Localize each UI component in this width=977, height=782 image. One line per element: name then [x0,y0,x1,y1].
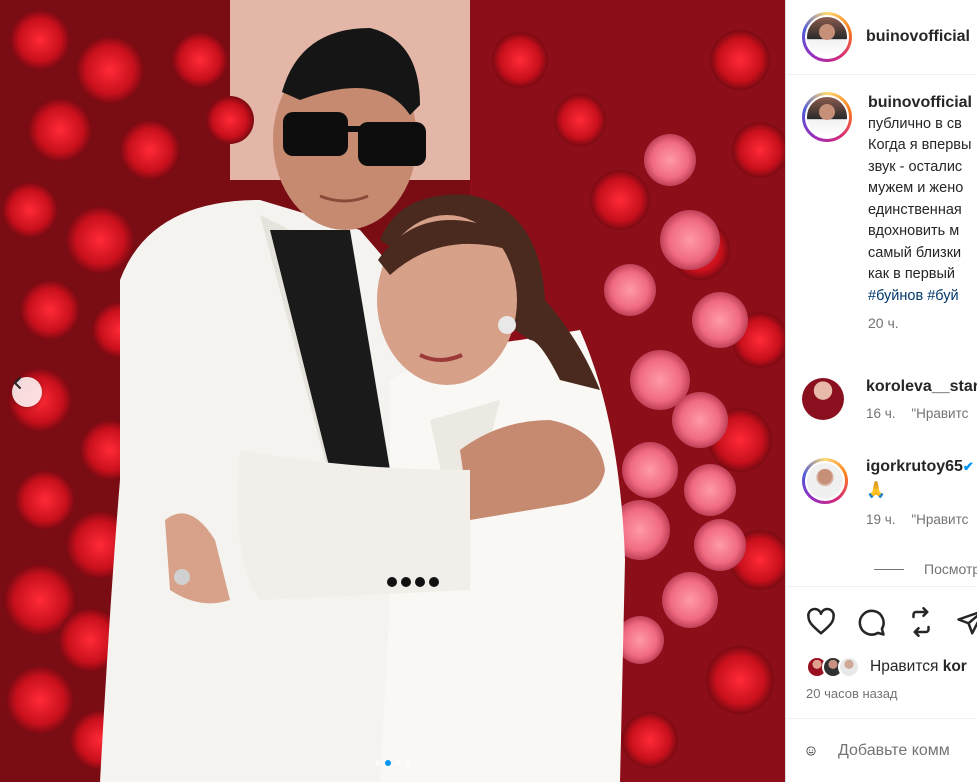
liker-avatar [838,656,860,678]
share-icon[interactable] [906,607,936,637]
comment-like-label[interactable]: "Нравитс [911,512,968,527]
verified-badge-icon: ✔ [962,459,974,474]
comment-time[interactable]: 19 ч. [866,512,896,527]
comment-item: koroleva__star 16 ч. "Нравитс [802,378,977,421]
commenter-avatar[interactable] [802,378,844,420]
caption-line: самый близки [868,244,962,261]
carousel-dot [404,760,411,766]
view-replies-button[interactable]: Посмотр [874,561,977,577]
likes-summary[interactable]: Нравится kor [806,656,967,678]
comment-time[interactable]: 16 ч. [866,406,896,421]
chevron-left-icon [13,377,21,389]
liker-username[interactable]: kor [943,658,967,675]
send-icon[interactable] [956,607,977,637]
view-replies-label: Посмотр [924,561,977,577]
post-actions [786,586,977,656]
carousel-dot-active [384,760,391,766]
post-header: buinovofficial [786,0,977,75]
divider [874,568,904,570]
caption-line: вдохновить м [868,223,960,239]
comment-icon[interactable] [856,607,886,637]
caption-time[interactable]: 20 ч. [868,313,972,335]
comment-item: igorkrutoy65✔ 🙏 19 ч. "Нравитс [802,458,977,527]
post-media[interactable] [0,0,785,782]
carousel-indicator [0,760,785,766]
post-details-panel: buinovofficial buinovofficial публично в… [785,0,977,782]
caption-hashtags: #буйнов #буй [868,286,972,308]
commenter-username[interactable]: koroleva__star [866,378,977,396]
hashtag-link[interactable]: #буй [927,288,958,304]
caption-line: единственная [868,201,962,218]
heart-icon[interactable] [806,607,836,637]
caption-username[interactable]: buinovofficial [868,92,972,114]
author-username[interactable]: buinovofficial [866,28,970,46]
post-caption: buinovofficial публично в св Когда я впе… [802,92,977,335]
post-photo [0,0,785,782]
carousel-dot [394,760,401,766]
hashtag-link[interactable]: #буйнов [868,288,923,304]
caption-line: как в первый [868,266,956,282]
likes-prefix: Нравится [870,658,943,675]
post-timestamp[interactable]: 20 часов назад [806,686,898,701]
carousel-dot [374,760,381,766]
caption-avatar[interactable] [802,92,852,142]
previous-photo-button[interactable] [12,377,42,407]
comment-like-label[interactable]: "Нравитс [911,406,968,421]
caption-line: публично в св [868,115,962,132]
commenter-avatar[interactable] [802,458,848,504]
caption-line: Когда я впервы [868,137,972,153]
commenter-username[interactable]: igorkrutoy65 [866,458,963,475]
author-avatar[interactable] [802,12,852,62]
comment-input[interactable] [838,741,977,760]
add-comment-bar [786,718,977,782]
caption-line: мужем и жено [868,180,964,196]
comment-text: 🙏 [866,482,886,499]
emoji-icon[interactable] [806,737,816,765]
caption-line: звук - осталис [868,158,963,175]
